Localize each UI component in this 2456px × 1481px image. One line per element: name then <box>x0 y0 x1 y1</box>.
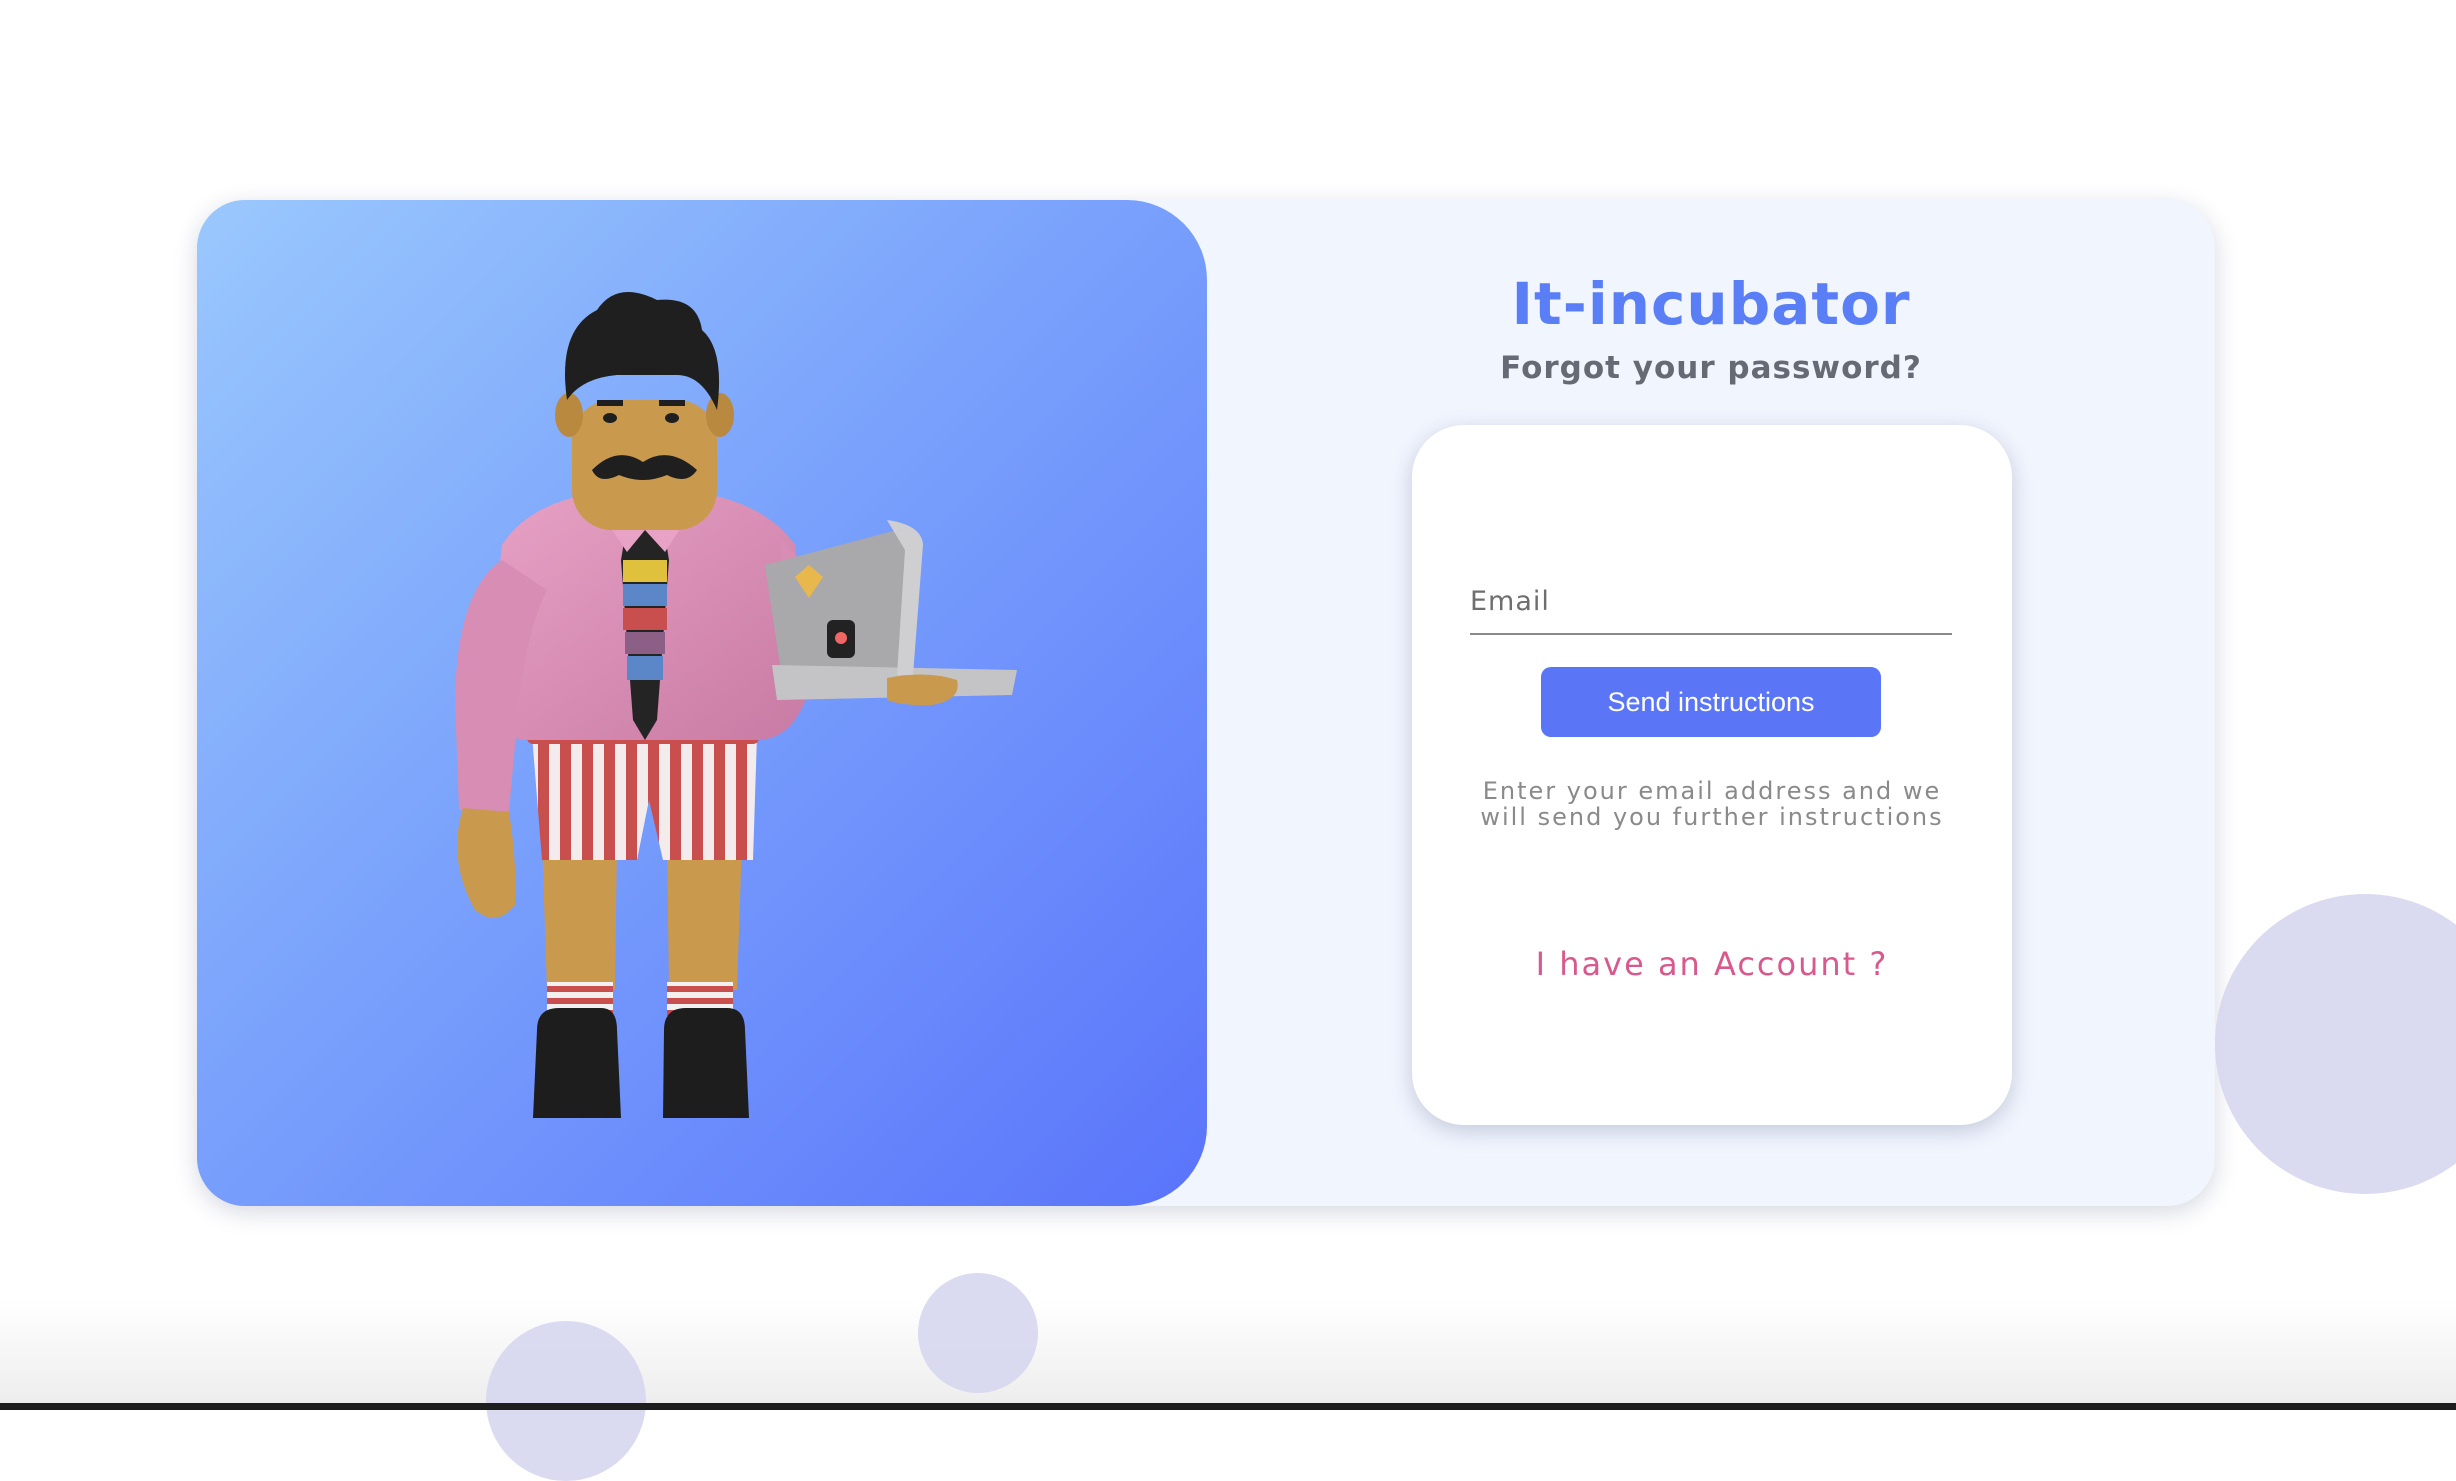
auth-card: It-incubator Forgot your password? Send … <box>197 200 2215 1206</box>
forgot-password-form: Send instructions Enter your email addre… <box>1412 425 2012 1125</box>
hero-panel <box>197 200 1207 1206</box>
have-account-link[interactable]: I have an Account ? <box>1412 945 2012 983</box>
man-with-laptop-illustration <box>455 292 1017 1118</box>
brand-title: It-incubator <box>1511 270 1911 338</box>
page-subtitle: Forgot your password? <box>1500 350 1922 386</box>
page-bottom-border <box>0 1403 2456 1410</box>
decorative-bubble-right <box>2215 894 2456 1194</box>
send-instructions-button[interactable]: Send instructions <box>1541 667 1881 737</box>
decorative-bubble-left <box>486 1321 646 1481</box>
decorative-bubble-middle <box>918 1273 1038 1393</box>
email-field[interactable] <box>1470 575 1952 635</box>
instructions-hint: Enter your email address and we will sen… <box>1480 777 1944 831</box>
page-bottom-fade <box>0 1300 2456 1406</box>
